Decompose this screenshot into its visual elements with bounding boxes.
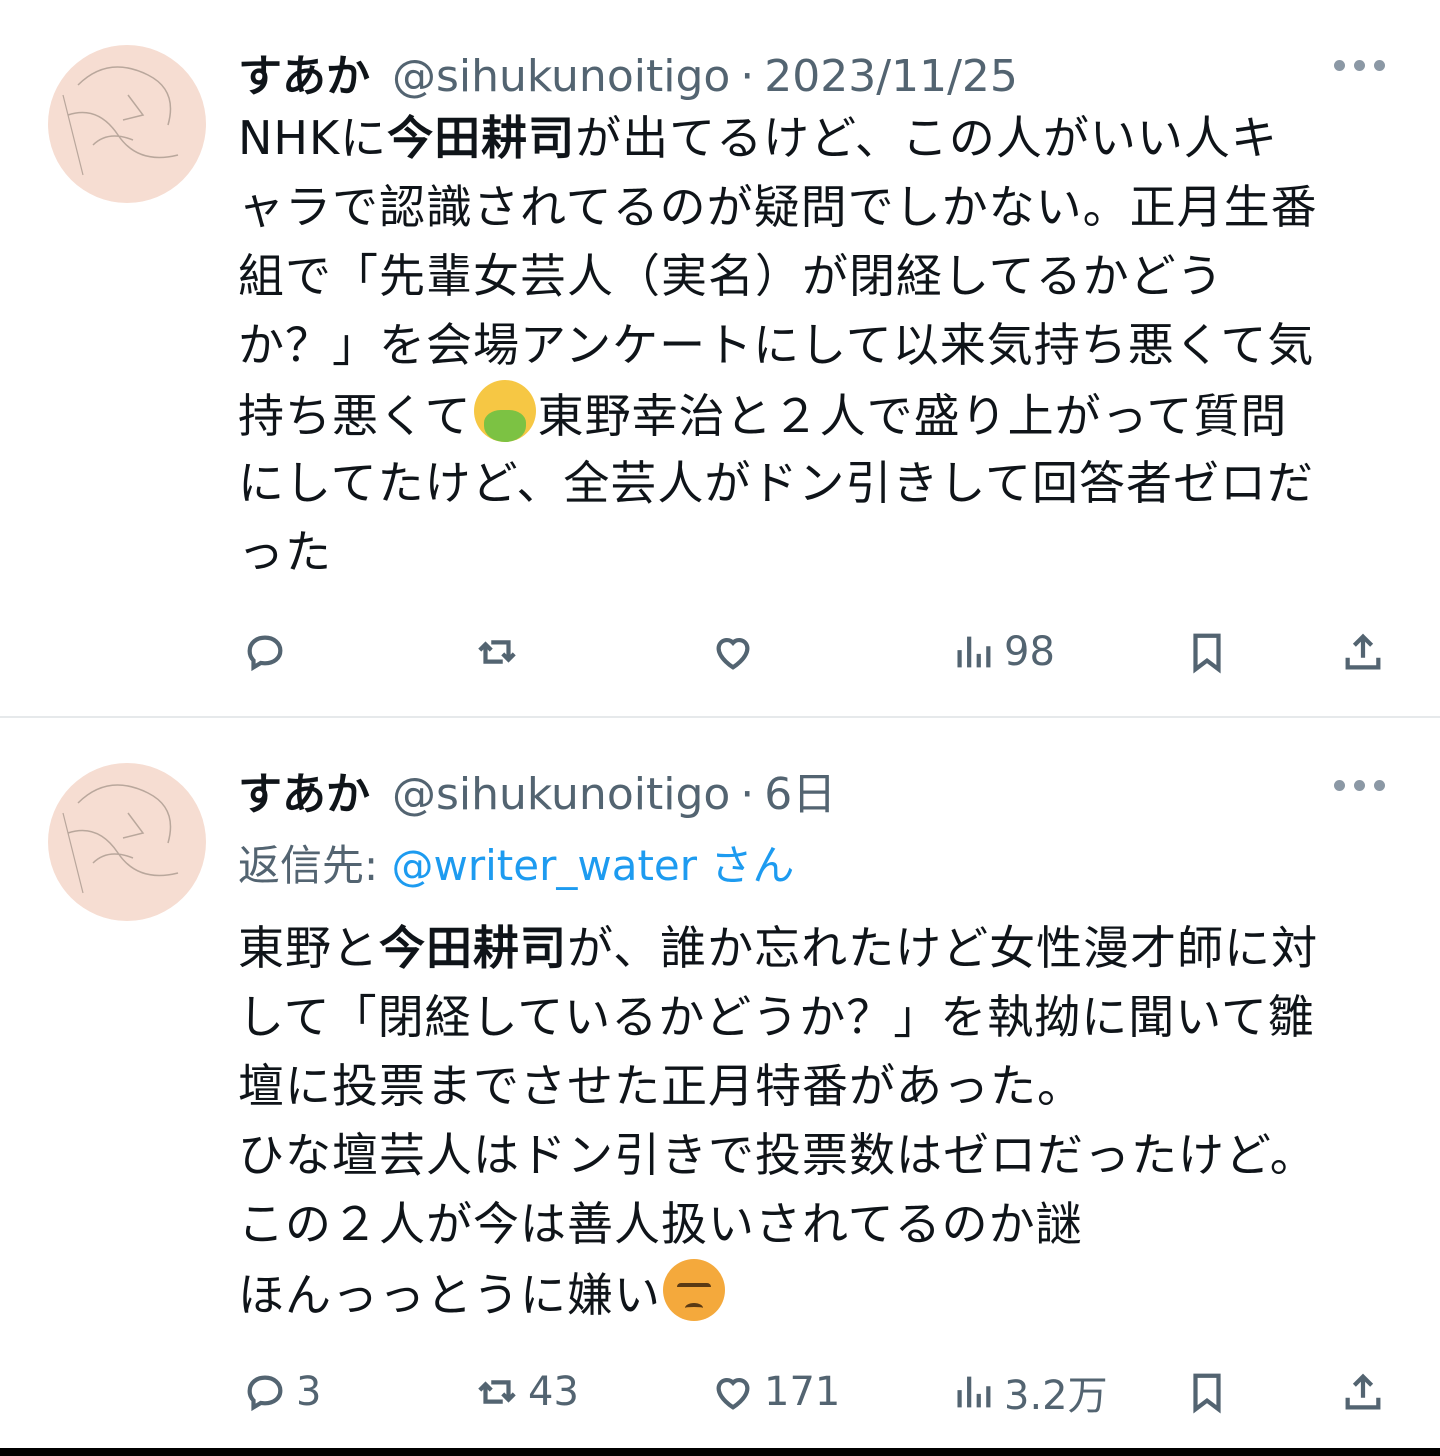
- avatar[interactable]: [48, 45, 206, 203]
- avatar[interactable]: [48, 763, 206, 921]
- reply-icon: [247, 1375, 283, 1412]
- share-icon: [1345, 1373, 1381, 1410]
- text-line: にしてたけど、全芸人がドン引きして回答者ゼロだ: [238, 456, 1314, 510]
- action-bar: 98: [0, 622, 1440, 682]
- text-line: 壇に投票までさせた正月特番があった。: [238, 1059, 1084, 1113]
- share-button[interactable]: [1340, 1362, 1386, 1422]
- tweet[interactable]: すあか @sihukunoitigo · 6日 返信先: @writer_wat…: [0, 718, 1440, 1448]
- more-icon[interactable]: [1334, 60, 1385, 71]
- mention-link[interactable]: @writer_water: [392, 841, 698, 890]
- bookmark-icon: [1193, 633, 1221, 674]
- views-button[interactable]: 3.2万: [950, 1362, 1108, 1422]
- like-icon: [716, 1377, 750, 1410]
- display-name[interactable]: すあか: [238, 758, 370, 822]
- text-line: NHKに今田耕司が出てるけど、この人がいい人キ: [238, 111, 1278, 165]
- reply-button[interactable]: 3: [242, 1362, 321, 1422]
- like-button[interactable]: [710, 622, 764, 682]
- share-icon: [1345, 633, 1381, 670]
- bookmark-icon: [1193, 1373, 1221, 1414]
- timestamp[interactable]: 6日: [764, 758, 836, 822]
- reply-count: 3: [296, 1369, 322, 1415]
- tweet-header: すあか @sihukunoitigo · 6日: [238, 758, 836, 820]
- text-line: か？」を会場アンケートにして以来気持ち悪くて気: [238, 318, 1315, 372]
- text-line: ひな壇芸人はドン引きで投票数はゼロだったけど。: [238, 1128, 1317, 1182]
- retweet-icon: [478, 640, 516, 664]
- timestamp[interactable]: 2023/11/25: [764, 51, 1018, 102]
- bold-name: 今田耕司: [387, 111, 576, 165]
- separator-dot: ·: [740, 769, 755, 820]
- separator-dot: ·: [740, 51, 755, 102]
- bookmark-button[interactable]: [1184, 622, 1230, 682]
- bold-name: 今田耕司: [379, 921, 567, 975]
- text-line: ャラで認識されてるのが疑問でしかない。正月生番: [238, 180, 1318, 234]
- like-count: 171: [764, 1369, 841, 1415]
- like-icon: [716, 637, 750, 670]
- retweet-icon: [478, 1380, 516, 1404]
- retweet-button[interactable]: [474, 622, 528, 682]
- tweet-text: 東野と今田耕司が、誰か忘れたけど女性漫才師に対 して「閉経しているかどうか？」を…: [238, 914, 1408, 1328]
- user-handle[interactable]: @sihukunoitigo: [392, 51, 730, 102]
- text-line: ほんっっとうに嫌い: [238, 1259, 1408, 1328]
- share-button[interactable]: [1340, 622, 1386, 682]
- bookmark-button[interactable]: [1184, 1362, 1230, 1422]
- views-count: 3.2万: [1004, 1373, 1108, 1419]
- tweet-header: すあか @sihukunoitigo · 2023/11/25: [238, 40, 1018, 102]
- text-line: 持ち悪くて 東野幸治と２人で盛り上がって質問: [238, 380, 1408, 449]
- views-button[interactable]: 98: [950, 622, 1055, 682]
- bottom-bar: [0, 1448, 1440, 1456]
- reply-icon: [247, 635, 283, 672]
- text-line: った: [238, 525, 332, 579]
- reply-button[interactable]: [242, 622, 296, 682]
- nauseated-face-icon: [473, 380, 536, 442]
- replying-to: 返信先: @writer_water さん: [238, 841, 795, 890]
- avatar-sketch-icon: [62, 66, 179, 176]
- views-icon: [957, 1376, 991, 1408]
- text-line: 東野と今田耕司が、誰か忘れたけど女性漫才師に対: [238, 921, 1319, 975]
- user-handle[interactable]: @sihukunoitigo: [392, 769, 730, 820]
- angry-face-icon: [663, 1259, 725, 1321]
- like-button[interactable]: 171: [710, 1362, 840, 1422]
- retweet-button[interactable]: 43: [474, 1362, 579, 1422]
- tweet-text: NHKに今田耕司が出てるけど、この人がいい人キ ャラで認識されてるのが疑問でしか…: [238, 104, 1408, 587]
- text-line: この２人が今は善人扱いされてるのか謎: [238, 1197, 1083, 1251]
- more-icon[interactable]: [1334, 780, 1385, 791]
- text-line: して「閉経しているかどうか？」を執拗に聞いて雛: [238, 990, 1315, 1044]
- action-bar: 3 43 171 3.2万: [0, 1362, 1440, 1422]
- display-name[interactable]: すあか: [238, 40, 370, 104]
- avatar-sketch-icon: [62, 784, 179, 894]
- tweet[interactable]: すあか @sihukunoitigo · 2023/11/25 NHKに今田耕司…: [0, 0, 1440, 716]
- text-line: 組で「先輩女芸人（実名）が閉経してるかどう: [238, 249, 1224, 303]
- retweet-count: 43: [528, 1369, 579, 1415]
- timeline: すあか @sihukunoitigo · 2023/11/25 NHKに今田耕司…: [0, 0, 1440, 1456]
- views-icon: [957, 636, 991, 668]
